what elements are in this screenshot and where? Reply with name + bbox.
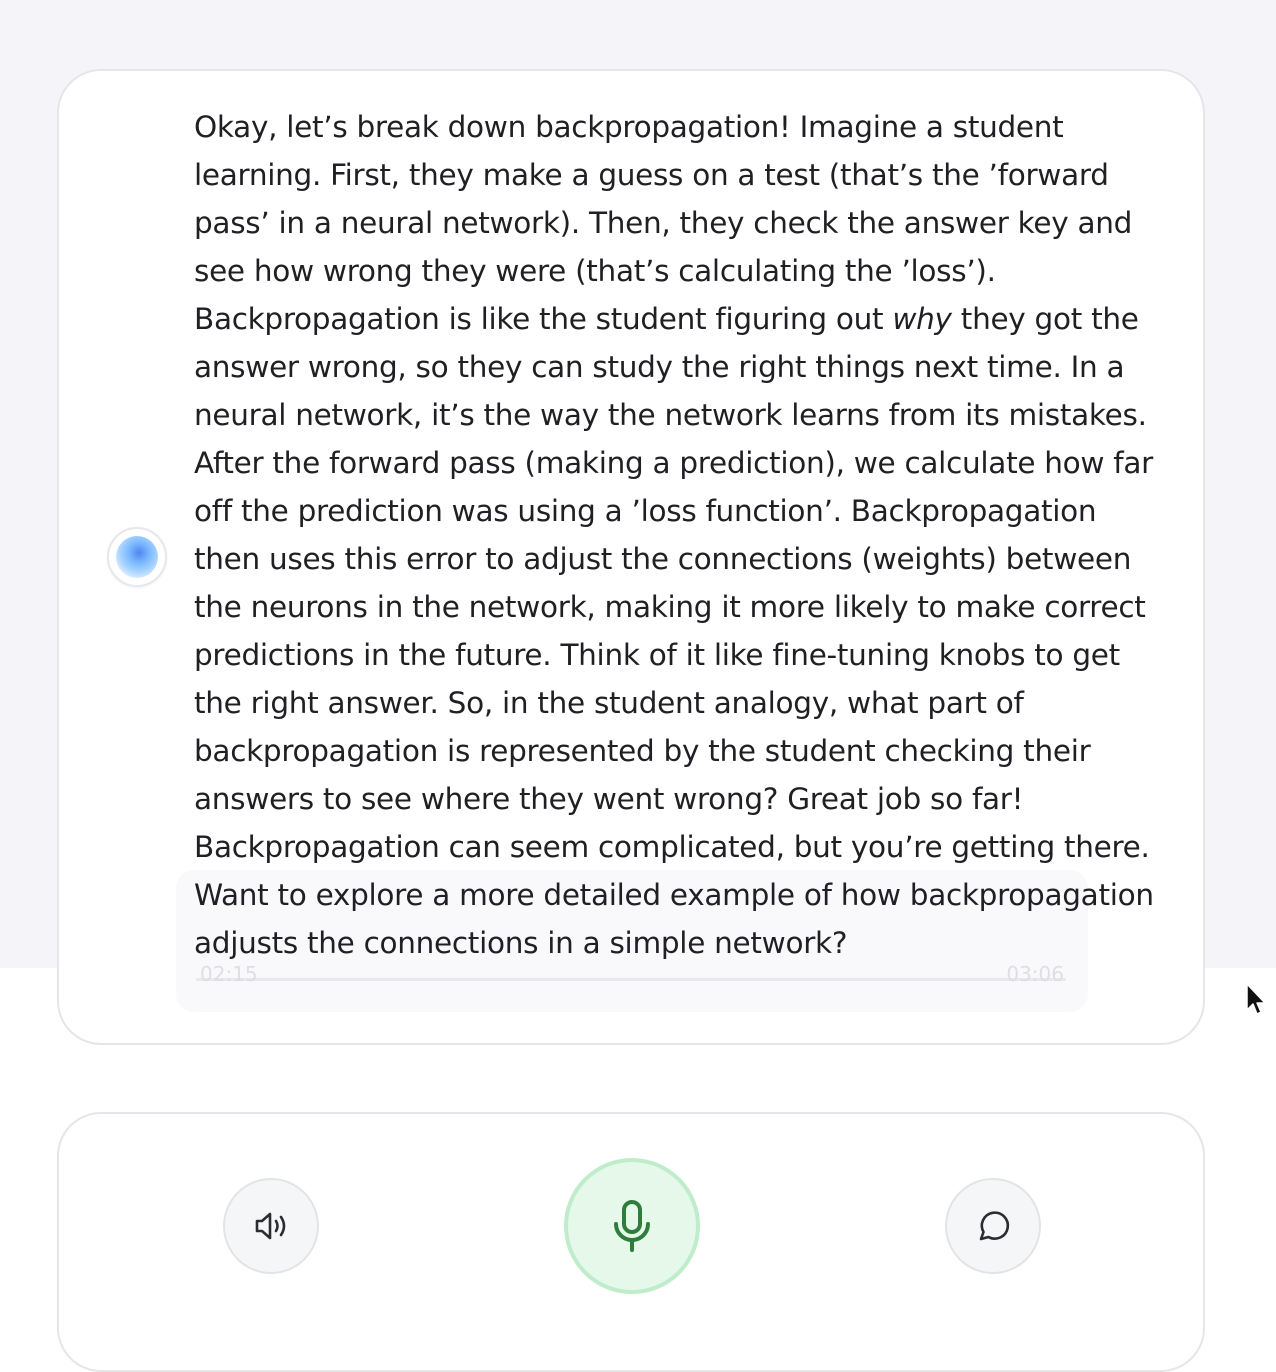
speaker-toggle-button[interactable] xyxy=(223,1178,319,1274)
chat-bubble-icon xyxy=(979,1211,1010,1241)
message-emphasis-why: why xyxy=(892,302,952,336)
speaker-volume-icon xyxy=(255,1212,286,1240)
assistant-orb-icon xyxy=(116,536,158,578)
microphone-button[interactable] xyxy=(564,1158,700,1294)
assistant-avatar xyxy=(107,527,167,587)
message-text-part-2: they got the answer wrong, so they can s… xyxy=(194,302,1154,960)
assistant-message-text: Okay, let’s break down backpropagation! … xyxy=(194,103,1164,967)
mouse-cursor-icon xyxy=(1246,983,1266,1015)
chat-mode-button[interactable] xyxy=(945,1178,1041,1274)
microphone-icon xyxy=(614,1200,650,1252)
ghost-progress-bar xyxy=(196,978,1066,981)
